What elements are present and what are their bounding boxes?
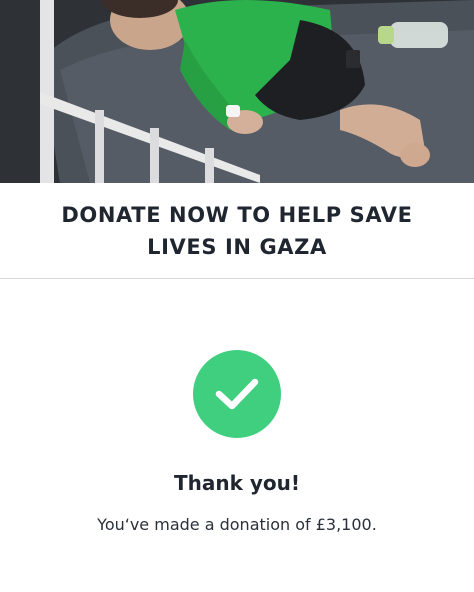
page-title: DONATE NOW TO HELP SAVE LIVES IN GAZA [61,202,413,259]
checkmark-icon [215,378,259,410]
thank-you-heading: Thank you! [173,471,300,495]
success-badge [193,350,281,438]
title-section: DONATE NOW TO HELP SAVE LIVES IN GAZA [0,183,474,279]
hero-photo-illustration [0,0,474,183]
donation-message: You‘ve made a donation of £3,100. [97,515,377,534]
hero-image [0,0,474,183]
confirmation-section: Thank you! You‘ve made a donation of £3,… [0,279,474,591]
